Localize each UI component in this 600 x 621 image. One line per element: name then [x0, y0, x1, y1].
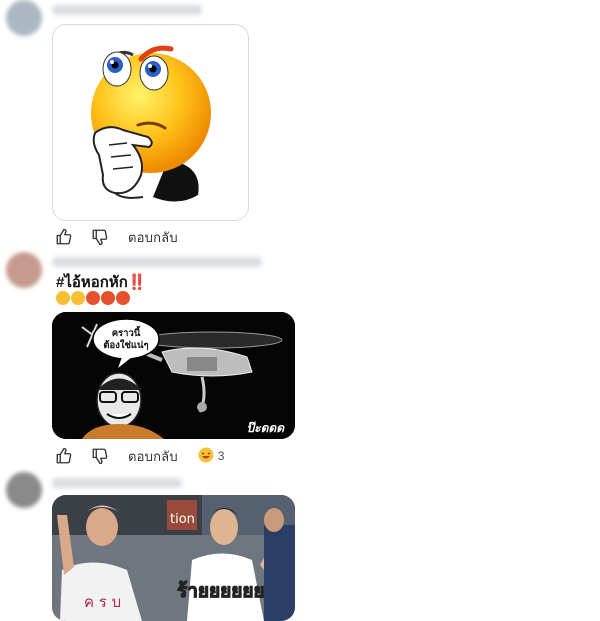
- watermark: ป๊ะดดด: [247, 421, 286, 435]
- bubble-line-1: คราวนี้: [112, 325, 141, 339]
- rofl-emoji-icon: [71, 291, 85, 305]
- reply-button[interactable]: ตอบกลับ: [128, 227, 178, 248]
- comment-image-meme[interactable]: คราวนี้ ต้องใช่แน่ๆ ป๊ะดดด: [52, 312, 295, 439]
- author-name-blurred[interactable]: [52, 478, 182, 488]
- rofl-emoji-icon: [56, 291, 70, 305]
- dislike-icon[interactable]: [90, 227, 110, 247]
- protest-photo: tion ค ร บ ร้ายยยยยย: [52, 495, 295, 621]
- reply-button[interactable]: ตอบกลับ: [128, 446, 178, 467]
- dislike-icon[interactable]: [90, 446, 110, 466]
- reaction-count: 3: [217, 449, 225, 463]
- angry-emoji-icon: [116, 291, 130, 305]
- comment-sticker: [52, 24, 249, 221]
- meme-illustration: คราวนี้ ต้องใช่แน่ๆ ป๊ะดดด: [52, 312, 295, 439]
- author-name-blurred[interactable]: [52, 5, 202, 15]
- comment-actions: ตอบกลับ: [54, 226, 178, 248]
- shirt-text: ค ร บ: [84, 593, 121, 611]
- background-sign-text: tion: [170, 512, 195, 527]
- angry-emoji-icon: [101, 291, 115, 305]
- avatar[interactable]: [6, 0, 42, 36]
- author-name-blurred[interactable]: [52, 257, 262, 267]
- bubble-line-2: ต้องใช่แน่ๆ: [103, 339, 148, 351]
- avatar[interactable]: [6, 252, 42, 288]
- comment-emoji-line: [56, 291, 130, 305]
- like-icon[interactable]: [54, 227, 74, 247]
- reaction-summary[interactable]: 3: [198, 447, 225, 466]
- comment-image-photo[interactable]: tion ค ร บ ร้ายยยยยย: [52, 495, 295, 621]
- angry-emoji-icon: [86, 291, 100, 305]
- caption-text: ร้ายยยยยย: [177, 580, 265, 602]
- thinking-emoji-icon: [91, 45, 211, 202]
- laugh-reaction-icon: [198, 447, 214, 466]
- like-icon[interactable]: [54, 446, 74, 466]
- comment-actions: ตอบกลับ 3: [54, 445, 224, 467]
- avatar[interactable]: [6, 472, 42, 508]
